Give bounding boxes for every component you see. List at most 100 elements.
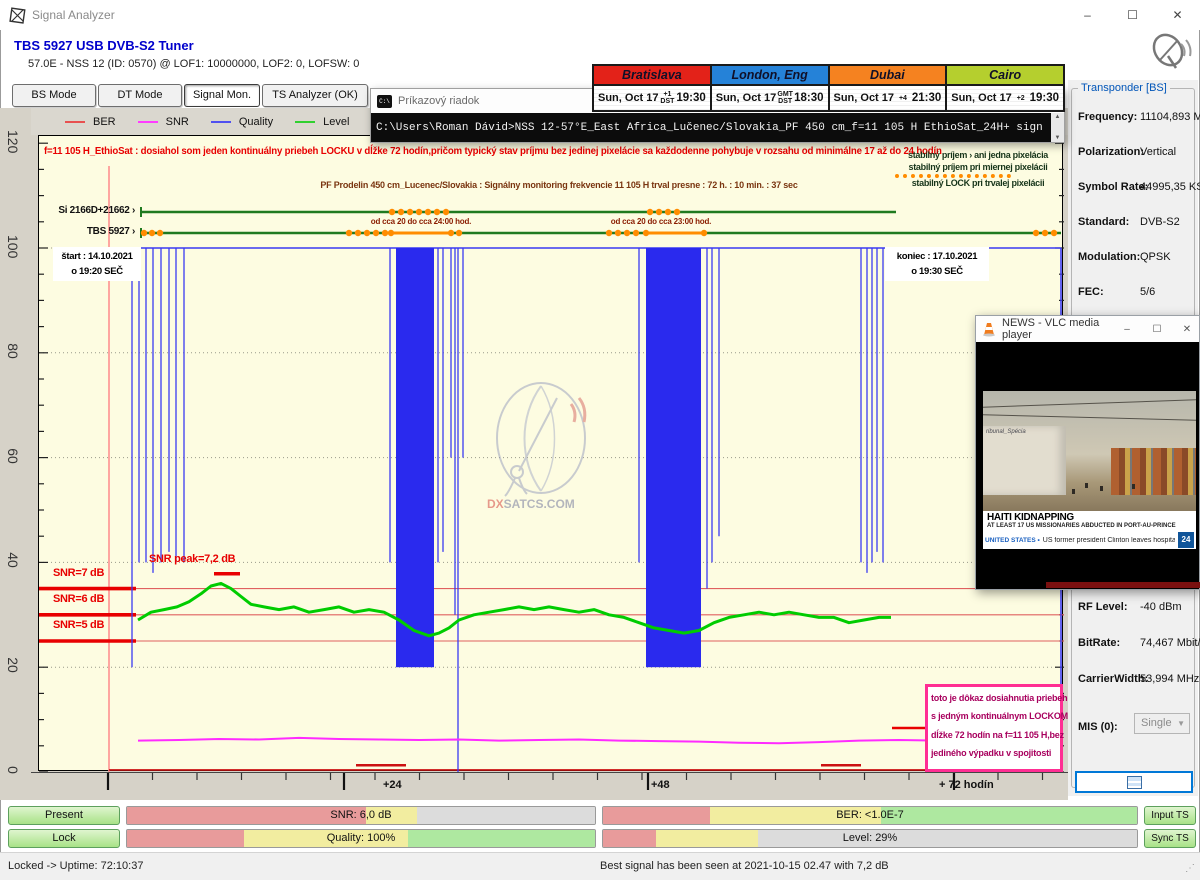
vlc-close-button[interactable]: ✕: [1175, 324, 1199, 335]
field-row: Polarization:Vertical: [1078, 146, 1190, 182]
field-row: Frequency:11104,893 MHz: [1078, 111, 1190, 147]
clock-time: 18:30: [794, 92, 823, 104]
watermark: DXSATCS.COM: [479, 376, 609, 516]
clock-offset: +2: [1012, 95, 1030, 102]
field-label: Modulation:: [1078, 251, 1140, 263]
video-person: [1100, 486, 1103, 491]
vlc-titlebar[interactable]: NEWS - VLC media player – ☐ ✕: [976, 316, 1199, 342]
text-line: o 19:20 SEČ: [56, 264, 138, 279]
vlc-minimize-button[interactable]: –: [1115, 324, 1139, 335]
text-line: dĺžke 72 hodín na f=11 105 H,bez: [931, 726, 1057, 744]
legend-swatch: [295, 121, 315, 123]
tuner-title: TBS 5927 USB DVB-S2 Tuner: [14, 38, 194, 53]
snr-ref-label: SNR=6 dB: [53, 593, 104, 605]
clock-time: 19:30: [1030, 92, 1059, 104]
text-line: štart : 14.10.2021: [56, 249, 138, 264]
clock-column-dubai: DubaiSun, Oct 17+421:30: [830, 66, 948, 110]
news-ticker-tag: UNITED STATES •: [985, 537, 1040, 544]
timeline-label-tbs: TBS 5927 ›: [45, 226, 135, 237]
legend-label: Quality: [239, 116, 273, 128]
y-tick-label: 40: [5, 549, 21, 571]
y-tick-label: 20: [5, 654, 21, 676]
bar-label: BER: <1.0E-7: [603, 809, 1137, 821]
snr-ref-label: SNR=7 dB: [53, 567, 104, 579]
snr-bar: SNR: 6,0 dB: [126, 806, 596, 825]
text-line: o 19:30 SEČ: [888, 264, 986, 279]
list-icon: [1127, 776, 1142, 789]
mode-button-signal-mon-[interactable]: Signal Mon.: [184, 84, 260, 107]
sync-ts-button[interactable]: Sync TS: [1144, 829, 1196, 848]
power-line: [983, 399, 1196, 408]
clock-city: Dubai: [830, 66, 946, 86]
mis-label: MIS (0):: [1078, 721, 1118, 733]
field-label: BitRate:: [1078, 637, 1120, 649]
lock-button[interactable]: Lock: [8, 829, 120, 848]
mis-dropdown[interactable]: Single ▼: [1134, 713, 1190, 734]
sidebar-action-button[interactable]: [1075, 771, 1193, 793]
window-title: Signal Analyzer: [32, 8, 115, 22]
mode-button-bs-mode[interactable]: BS Mode: [12, 84, 96, 107]
mode-button-ts-analyzer-ok-[interactable]: TS Analyzer (OK): [262, 84, 368, 107]
tuner-subtitle: 57.0E - NSS 12 (ID: 0570) @ LOF1: 100000…: [28, 58, 359, 70]
scroll-down-icon[interactable]: ▼: [1055, 135, 1061, 141]
x-tick-label: +48: [651, 779, 670, 791]
clock-offset: +4: [894, 95, 912, 102]
news-ticker: UNITED STATES • US former president Clin…: [983, 531, 1196, 549]
x-axis: +24 +48 + 72 hodín: [31, 772, 1068, 800]
close-button[interactable]: ✕: [1155, 0, 1200, 30]
legend-item: BER: [65, 116, 116, 128]
field-row: CarrierWidth:53,994 MHz: [1078, 673, 1190, 709]
field-row: Standard:DVB-S2: [1078, 216, 1190, 252]
cmd-console[interactable]: C:\Users\Roman Dávid>NSS 12-57°E_East Af…: [371, 113, 1064, 142]
present-button[interactable]: Present: [8, 806, 120, 825]
maximize-button[interactable]: ☐: [1110, 0, 1155, 30]
quality-bar: Quality: 100%: [126, 829, 596, 848]
vlc-cone-icon: [982, 322, 996, 337]
mode-button-dt-mode[interactable]: DT Mode: [98, 84, 182, 107]
chart-note-box: toto je dôkaz dosiahnutia priebehus jedn…: [925, 684, 1063, 772]
clock-body: Sun, Oct 17+219:30: [947, 86, 1063, 110]
field-label: Standard:: [1078, 216, 1129, 228]
reception-note: stabilný LOCK pri trvalej pixelácii: [895, 178, 1061, 188]
cmd-scrollbar[interactable]: ▲ ▼: [1051, 113, 1064, 142]
text-line: s jedným kontinuálnym LOCKOM v: [931, 707, 1057, 725]
app-icon: [9, 7, 26, 24]
minimize-button[interactable]: –: [1065, 0, 1110, 30]
field-label: FEC:: [1078, 286, 1104, 298]
mis-value: Single: [1141, 717, 1172, 729]
cmd-prompt-line: C:\Users\Roman Dávid>NSS 12-57°E_East Af…: [371, 122, 1043, 134]
x-tick-label: + 72 hodín: [939, 779, 994, 791]
news-lower-third: HAITI KIDNAPPING AT LEAST 17 US MISSIONA…: [983, 511, 1196, 531]
clock-date: Sun, Oct 17: [951, 92, 1012, 104]
clock-body: Sun, Oct 17+421:30: [830, 86, 946, 110]
field-row: BitRate:74,467 Mbit/s: [1078, 637, 1190, 673]
bar-label: SNR: 6,0 dB: [127, 809, 595, 821]
reception-note: stabilný príjem pri miernej pixelácii: [895, 162, 1061, 172]
vlc-window: NEWS - VLC media player – ☐ ✕ ribunal_Sp…: [975, 315, 1200, 590]
video-building: ribunal_Spécia: [983, 426, 1066, 496]
vlc-video[interactable]: ribunal_Spécia HAITI KIDNAPPING AT LEAST…: [983, 391, 1196, 549]
field-label: Polarization:: [1078, 146, 1144, 158]
clock-date: Sun, Oct 17: [716, 92, 777, 104]
timeline-note: od cca 20 do cca 24:00 hod.: [361, 217, 481, 226]
vlc-progress-bar[interactable]: [1046, 582, 1200, 588]
watermark-dx: DX: [487, 497, 504, 511]
text-line: toto je dôkaz dosiahnutia priebehu: [931, 689, 1057, 707]
vlc-maximize-button[interactable]: ☐: [1145, 324, 1169, 335]
legend-item: Level: [295, 116, 349, 128]
x-tick-label: +24: [383, 779, 402, 791]
text-line: jediného výpadku v spojitosti: [931, 744, 1057, 762]
legend-item: SNR: [138, 116, 189, 128]
clock-city: London, Eng: [712, 66, 828, 86]
field-value: Vertical: [1140, 146, 1176, 158]
scroll-up-icon[interactable]: ▲: [1055, 114, 1061, 120]
input-ts-button[interactable]: Input TS: [1144, 806, 1196, 825]
status-best-signal: Best signal has been seen at 2021-10-15 …: [600, 860, 889, 872]
resize-grip[interactable]: ⋰: [1185, 863, 1196, 874]
clock-column-cairo: CairoSun, Oct 17+219:30: [947, 66, 1063, 110]
legend-item: Quality: [211, 116, 273, 128]
cmd-title: Príkazový riadok: [398, 95, 479, 107]
reception-note: stabilný príjem › ani jedna pixelácia: [895, 150, 1061, 160]
window-titlebar: Signal Analyzer – ☐ ✕: [0, 0, 1200, 30]
clock-body: Sun, Oct 17GMTDST18:30: [712, 86, 828, 110]
